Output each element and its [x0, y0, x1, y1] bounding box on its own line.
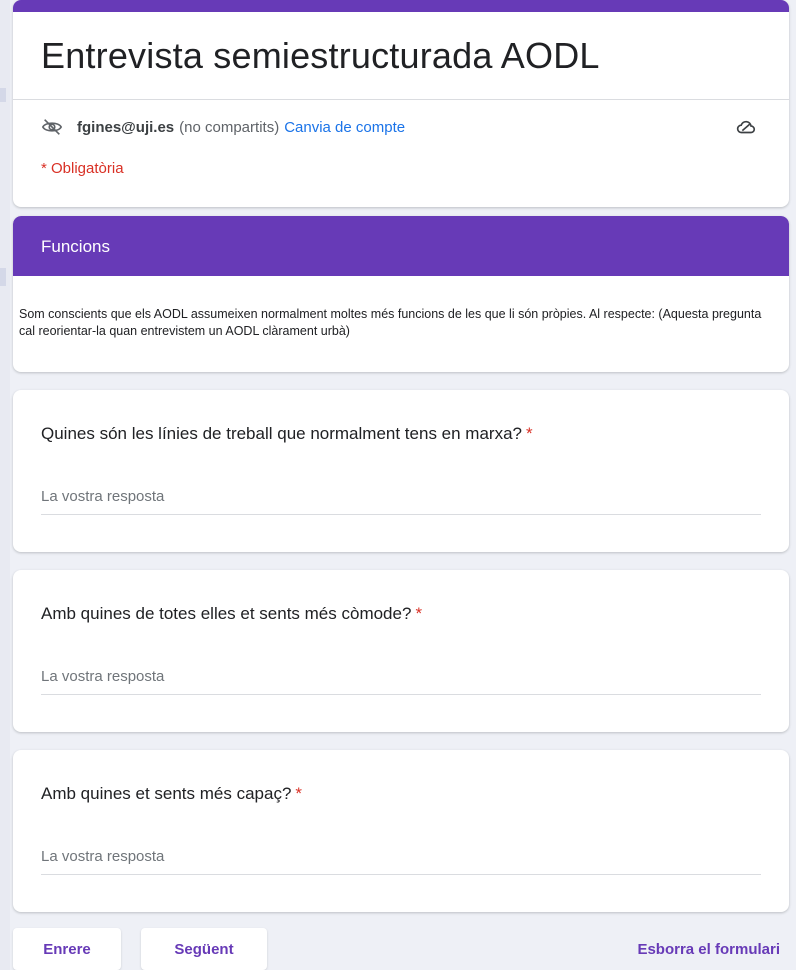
- clear-form-link[interactable]: Esborra el formulari: [637, 941, 780, 958]
- form-title: Entrevista semiestructurada AODL: [41, 35, 600, 76]
- question-text: Amb quines de totes elles et sents més c…: [41, 604, 412, 623]
- back-button[interactable]: Enrere: [13, 928, 121, 970]
- form-header-card: Entrevista semiestructurada AODL fgines@…: [13, 0, 789, 207]
- question-text: Quines són les línies de treball que nor…: [41, 424, 522, 443]
- question-title: Quines són les línies de treball que nor…: [41, 424, 533, 444]
- question-card: Quines són les línies de treball que nor…: [13, 390, 789, 552]
- left-edge-mark: [0, 268, 6, 286]
- answer-input[interactable]: [41, 659, 761, 695]
- section-title: Funcions: [41, 237, 110, 256]
- header-divider: [13, 99, 789, 100]
- answer-input[interactable]: [41, 479, 761, 515]
- section-card: Funcions Som conscients que els AODL ass…: [13, 216, 789, 372]
- required-asterisk: *: [295, 784, 303, 803]
- question-title: Amb quines de totes elles et sents més c…: [41, 604, 422, 624]
- section-description: Som conscients que els AODL assumeixen n…: [19, 307, 762, 338]
- answer-input[interactable]: [41, 839, 761, 875]
- eye-off-icon: [41, 116, 63, 138]
- question-text: Amb quines et sents més capaç?: [41, 784, 292, 803]
- account-note: (no compartits): [179, 118, 280, 136]
- account-row: fgines@uji.es (no compartits) Canvia de …: [41, 116, 761, 138]
- next-button[interactable]: Següent: [141, 928, 267, 970]
- question-card: Amb quines et sents més capaç? *: [13, 750, 789, 912]
- section-header: Funcions: [13, 216, 789, 276]
- cloud-icon: [735, 116, 757, 138]
- form-page: Entrevista semiestructurada AODL fgines@…: [0, 0, 796, 970]
- left-edge-strip: [0, 0, 10, 970]
- required-asterisk: *: [415, 604, 423, 623]
- accent-bar: [13, 0, 789, 12]
- account-email: fgines@uji.es: [77, 118, 175, 136]
- question-title: Amb quines et sents més capaç? *: [41, 784, 302, 804]
- required-asterisk: *: [525, 424, 533, 443]
- required-note: * Obligatòria: [41, 160, 124, 177]
- left-edge-mark: [0, 88, 6, 102]
- switch-account-link[interactable]: Canvia de compte: [284, 119, 405, 136]
- question-card: Amb quines de totes elles et sents més c…: [13, 570, 789, 732]
